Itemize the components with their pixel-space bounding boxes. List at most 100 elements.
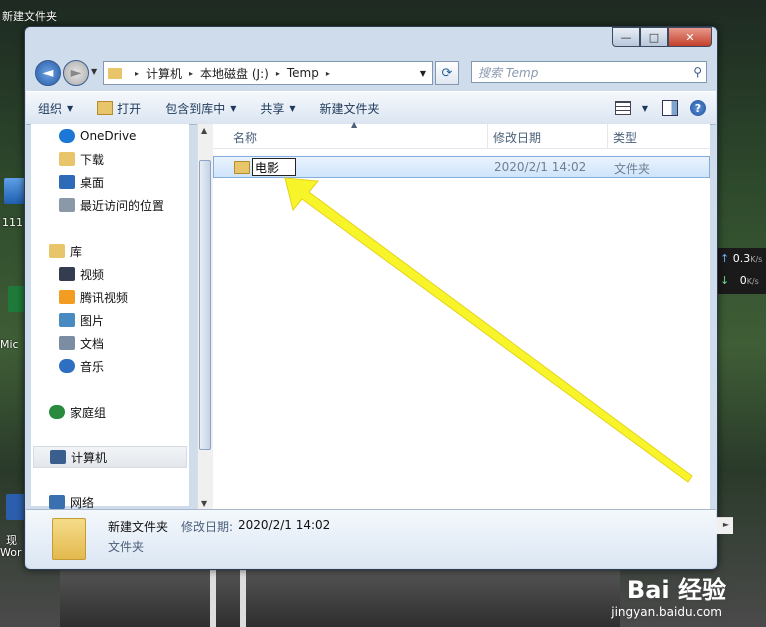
share-menu[interactable]: 共享 ▼	[248, 100, 307, 117]
include-library-label: 包含到库中	[165, 101, 226, 116]
new-folder-button[interactable]: 新建文件夹	[308, 100, 392, 117]
chevron-down-icon: ▼	[230, 103, 237, 113]
downloads-icon	[59, 152, 75, 166]
forward-button[interactable]: ►	[63, 60, 89, 86]
sidebar-item-label: 视频	[80, 267, 105, 282]
toolbar-right: ▼ ?	[614, 100, 716, 116]
network-icon	[49, 495, 65, 509]
details-name: 新建文件夹	[108, 520, 169, 534]
chevron-down-icon: ▼	[67, 103, 74, 113]
breadcrumb-separator[interactable]: ▸	[189, 69, 193, 78]
net-unit: K/s	[750, 255, 763, 264]
column-name[interactable]: 名称	[233, 129, 257, 146]
sidebar-item-homegroup[interactable]: 家庭组	[49, 402, 106, 422]
details-date-label: 修改日期:	[181, 520, 234, 534]
command-bar: 组织 ▼ 打开 包含到库中 ▼ 共享 ▼ 新建文件夹 ▼ ?	[26, 91, 716, 125]
column-divider[interactable]	[487, 124, 488, 148]
organize-menu[interactable]: 组织 ▼	[26, 100, 85, 117]
sidebar-item-pictures[interactable]: 图片	[59, 310, 104, 330]
breadcrumb-computer[interactable]: 计算机	[146, 65, 182, 82]
include-library-menu[interactable]: 包含到库中 ▼	[153, 100, 248, 117]
sidebar-item-label: 计算机	[71, 450, 108, 465]
sidebar-item-desktop[interactable]: 桌面	[59, 172, 104, 192]
back-button[interactable]: ◄	[35, 60, 61, 86]
sidebar-item-libraries[interactable]: 库	[49, 241, 82, 261]
folder-icon	[234, 161, 250, 174]
column-header: 名称 ▲ 修改日期 类型	[213, 120, 710, 149]
music-icon	[59, 359, 75, 373]
baidu-watermark-url: jingyan.baidu.com	[611, 605, 722, 619]
breadcrumb-separator[interactable]: ▸	[135, 69, 139, 78]
scroll-right-icon[interactable]: ►	[723, 520, 729, 529]
share-label: 共享	[260, 101, 285, 116]
refresh-button[interactable]: ⟳	[435, 61, 459, 85]
sidebar-item-recent-places[interactable]: 最近访问的位置	[59, 195, 164, 215]
desktop-icon-label: 111	[2, 216, 23, 229]
breadcrumb-separator[interactable]: ▸	[326, 69, 330, 78]
navigation-pane: OneDrive 下载 桌面 最近访问的位置 库 视频 腾讯视频 图片 文档 音…	[31, 124, 189, 510]
sidebar-item-tencent-video[interactable]: 腾讯视频	[59, 287, 128, 307]
close-button[interactable]: ✕	[668, 27, 712, 47]
sidebar-item-documents[interactable]: 文档	[59, 333, 104, 353]
open-button[interactable]: 打开	[85, 100, 153, 117]
desktop-icon-label: Mic	[0, 338, 19, 351]
sidebar-item-label: 网络	[70, 495, 95, 510]
sidebar-item-label: 最近访问的位置	[80, 198, 165, 213]
breadcrumb-drive[interactable]: 本地磁盘 (J:)	[200, 65, 269, 82]
sort-indicator-icon: ▲	[351, 120, 358, 129]
search-input[interactable]: 搜索 Temp ⚲	[471, 61, 707, 83]
search-icon[interactable]: ⚲	[693, 65, 702, 79]
caption-buttons: — □ ✕	[612, 27, 712, 47]
details-pane: 新建文件夹 修改日期: 2020/2/1 14:02 文件夹	[26, 509, 716, 568]
libraries-icon	[49, 244, 65, 258]
maximize-button[interactable]: □	[640, 27, 668, 47]
net-down-value: 0	[739, 274, 747, 287]
rename-input[interactable]: 电影	[252, 158, 296, 176]
open-folder-icon	[97, 101, 114, 115]
file-row[interactable]: 电影 2020/2/1 14:02 文件夹	[213, 156, 710, 178]
open-label: 打开	[117, 101, 142, 116]
sidebar-item-downloads[interactable]: 下载	[59, 149, 104, 169]
recent-places-icon	[59, 198, 75, 212]
column-type[interactable]: 类型	[613, 129, 637, 146]
nav-pane-scrollbar[interactable]: ▲ ▼	[197, 124, 213, 510]
details-type: 文件夹	[108, 540, 145, 554]
scroll-down-icon[interactable]: ▼	[201, 499, 207, 508]
net-unit: K/s	[746, 277, 759, 286]
sidebar-item-computer[interactable]: 计算机	[33, 446, 187, 468]
address-bar[interactable]: ▸ 计算机 ▸ 本地磁盘 (J:) ▸ Temp ▸ ▼	[103, 61, 433, 85]
breadcrumb-separator[interactable]: ▸	[276, 69, 280, 78]
computer-icon	[50, 450, 66, 464]
sidebar-item-label: 腾讯视频	[80, 290, 129, 305]
folder-large-icon	[52, 518, 86, 560]
sidebar-item-label: 库	[70, 244, 83, 259]
scroll-up-icon[interactable]: ▲	[201, 126, 207, 135]
column-date[interactable]: 修改日期	[493, 129, 541, 146]
documents-icon	[59, 336, 75, 350]
organize-label: 组织	[38, 101, 63, 116]
help-icon[interactable]: ?	[690, 100, 706, 116]
desktop-icon-label: Wor	[0, 546, 22, 559]
sidebar-item-label: 桌面	[80, 175, 105, 190]
sidebar-item-label: 文档	[80, 336, 105, 351]
view-options-icon[interactable]	[614, 101, 631, 115]
desktop-icon-app[interactable]	[4, 178, 26, 204]
sidebar-item-videos[interactable]: 视频	[59, 264, 104, 284]
new-folder-label: 新建文件夹	[319, 101, 380, 116]
sidebar-item-label: 图片	[80, 313, 105, 328]
cloud-icon	[59, 129, 75, 143]
baidu-watermark: Bai 经验	[626, 576, 726, 604]
address-dropdown[interactable]: ▼	[420, 69, 426, 78]
breadcrumb-temp[interactable]: Temp	[287, 66, 319, 80]
view-dropdown[interactable]: ▼	[635, 104, 650, 113]
column-divider[interactable]	[607, 124, 608, 148]
search-placeholder: 搜索 Temp	[478, 65, 539, 80]
recent-pages-dropdown[interactable]: ▼	[91, 67, 97, 76]
minimize-button[interactable]: —	[612, 27, 640, 47]
scrollbar-thumb[interactable]	[199, 160, 211, 450]
file-date: 2020/2/1 14:02	[494, 160, 587, 174]
video-icon	[59, 267, 75, 281]
preview-pane-icon[interactable]	[662, 100, 678, 116]
sidebar-item-music[interactable]: 音乐	[59, 356, 104, 376]
sidebar-item-onedrive[interactable]: OneDrive	[59, 126, 136, 146]
